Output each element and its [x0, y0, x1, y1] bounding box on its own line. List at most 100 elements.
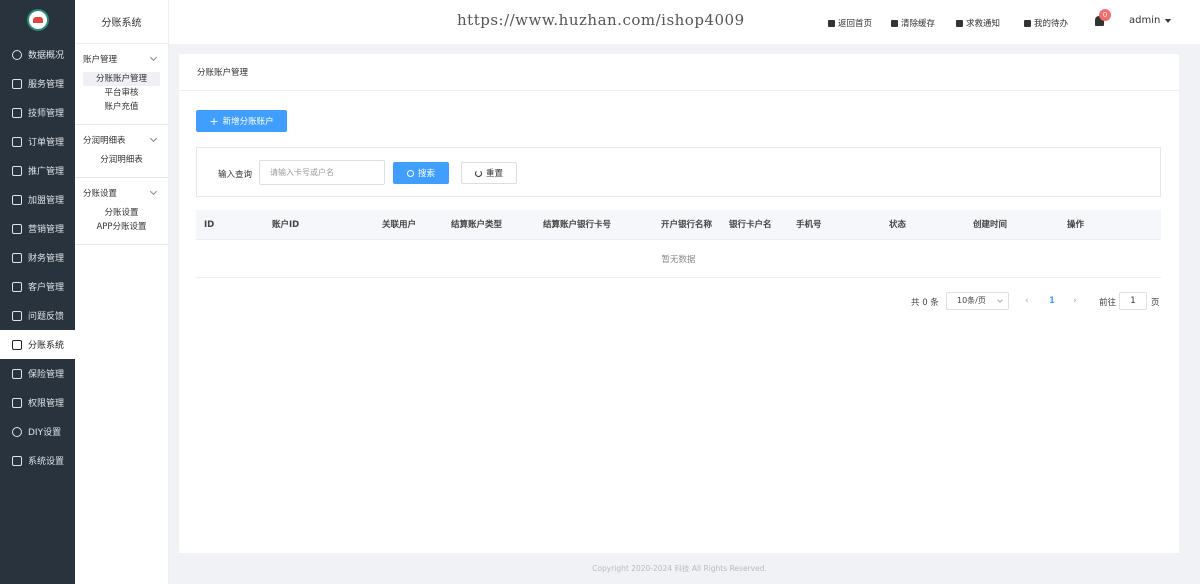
subnav-group-header[interactable]: 分账设置	[75, 186, 168, 200]
chevron-down-icon	[149, 187, 158, 196]
nav-item-label: 保险管理	[28, 370, 65, 380]
subnav-item[interactable]: 分账账户管理	[83, 72, 160, 86]
nav-item-2[interactable]: 技师管理	[0, 98, 75, 127]
subnav-group-header[interactable]: 分润明细表	[75, 133, 168, 147]
order-icon	[12, 136, 22, 147]
subnav-title: 分账系统	[75, 0, 168, 44]
subnav-group: 账户管理分账账户管理 平台审核 账户充值	[75, 44, 168, 125]
chevron-down-icon	[149, 53, 158, 62]
goto-page-input[interactable]: 1	[1119, 292, 1147, 310]
subnav-group: 分润明细表 分润明细表	[75, 125, 168, 178]
subnav-item[interactable]: 分润明细表	[83, 153, 160, 167]
nav-item-label: 数据概况	[28, 51, 65, 61]
col-card-number: 结算账户银行卡号	[543, 220, 612, 230]
goto-unit: 页	[1151, 298, 1160, 308]
col-created-at: 创建时间	[973, 220, 1008, 230]
subnav-item[interactable]: APP分账设置	[83, 220, 160, 234]
page-title: 分账账户管理	[179, 54, 1179, 91]
clear-cache-link[interactable]: 清除缓存	[891, 17, 935, 29]
subnav-group-header[interactable]: 账户管理	[75, 52, 168, 66]
todo-link[interactable]: 我的待办	[1024, 17, 1068, 29]
nav-item-5[interactable]: 加盟管理	[0, 185, 75, 214]
nav-item-label: 权限管理	[28, 399, 65, 409]
reset-button[interactable]: 重置	[461, 162, 517, 184]
subnav-item[interactable]: 账户充值	[83, 100, 160, 114]
logo[interactable]	[26, 9, 49, 31]
nav-item-0[interactable]: 数据概况	[0, 40, 75, 69]
subnav-group-label: 账户管理	[83, 55, 118, 65]
feedback-icon	[12, 310, 22, 321]
page-scrollbar[interactable]	[1190, 44, 1200, 584]
table-header: ID 账户ID 关联用户 结算账户类型 结算账户银行卡号 开户银行名称 银行卡户…	[196, 210, 1161, 240]
nav-item-label: 订单管理	[28, 138, 65, 148]
nav-item-label: 服务管理	[28, 80, 65, 90]
prev-page-icon[interactable]: ‹	[1025, 296, 1029, 306]
marketing-icon	[12, 223, 22, 234]
nav-item-10[interactable]: 分账系统	[0, 330, 75, 359]
col-account-id: 账户ID	[272, 220, 300, 230]
service-icon	[12, 78, 22, 89]
nav-item-4[interactable]: 推广管理	[0, 156, 75, 185]
search-label: 输入查询	[218, 170, 253, 180]
subnav-item[interactable]: 平台审核	[83, 86, 160, 100]
shield-icon	[12, 368, 22, 379]
col-actions: 操作	[1067, 220, 1085, 230]
next-page-icon[interactable]: ›	[1073, 296, 1077, 306]
permission-icon	[12, 397, 22, 408]
nav-item-14[interactable]: 系统设置	[0, 446, 75, 475]
nav-item-label: 技师管理	[28, 109, 65, 119]
col-card-holder: 银行卡户名	[729, 220, 772, 230]
subnav-group: 分账设置 分账设置 APP分账设置	[75, 178, 168, 245]
nav-item-7[interactable]: 财务管理	[0, 243, 75, 272]
col-status: 状态	[889, 220, 907, 230]
col-linked-user: 关联用户	[382, 220, 417, 230]
franchise-icon	[12, 194, 22, 205]
home-icon	[828, 19, 835, 27]
nav-item-13[interactable]: DIY设置	[0, 417, 75, 446]
chevron-down-icon	[149, 134, 158, 143]
user-menu[interactable]: admin	[1129, 15, 1172, 26]
clock-icon	[12, 49, 22, 60]
nav-item-1[interactable]: 服务管理	[0, 69, 75, 98]
notification-badge: 0	[1099, 9, 1111, 21]
empty-state: 暂无数据	[196, 240, 1161, 278]
caret-down-icon	[1165, 18, 1172, 23]
nav-item-9[interactable]: 问题反馈	[0, 301, 75, 330]
subnav-group-label: 分账设置	[83, 189, 118, 199]
sos-notice-link[interactable]: 求救通知	[956, 17, 1000, 29]
pagination: 共 0 条 10条/页 ‹ 1 › 前往 1 页	[179, 292, 1161, 312]
nav-item-3[interactable]: 订单管理	[0, 127, 75, 156]
broom-icon	[891, 19, 898, 27]
nav-item-label: 分账系统	[28, 341, 65, 351]
split-account-icon	[12, 339, 22, 350]
col-settle-type: 结算账户类型	[451, 220, 503, 230]
nav-item-label: 加盟管理	[28, 196, 65, 206]
subnav-item[interactable]: 分账设置	[83, 206, 160, 220]
nav-item-label: 推广管理	[28, 167, 65, 177]
finance-icon	[12, 252, 22, 263]
nav-item-8[interactable]: 客户管理	[0, 272, 75, 301]
technician-icon	[12, 107, 22, 118]
col-bank-name: 开户银行名称	[661, 220, 713, 230]
refresh-icon	[474, 169, 482, 177]
nav-item-label: DIY设置	[28, 428, 62, 438]
search-input[interactable]: 请输入卡号或户名	[259, 160, 385, 185]
accounts-table: ID 账户ID 关联用户 结算账户类型 结算账户银行卡号 开户银行名称 银行卡户…	[196, 210, 1161, 278]
goto-label: 前往	[1099, 298, 1117, 308]
nav-item-label: 系统设置	[28, 457, 65, 467]
home-link[interactable]: 返回首页	[828, 17, 872, 29]
footer-copyright: Copyright 2020-2024 科技 All Rights Reserv…	[592, 564, 767, 573]
add-account-button[interactable]: + 新增分账账户	[196, 110, 287, 132]
nav-item-12[interactable]: 权限管理	[0, 388, 75, 417]
page-size-select[interactable]: 10条/页	[946, 292, 1009, 310]
nav-item-label: 问题反馈	[28, 312, 65, 322]
nav-item-11[interactable]: 保险管理	[0, 359, 75, 388]
page-number[interactable]: 1	[1049, 296, 1055, 306]
nav-item-label: 客户管理	[28, 283, 65, 293]
alarm-icon	[956, 19, 963, 27]
nav-item-6[interactable]: 营销管理	[0, 214, 75, 243]
col-id: ID	[204, 220, 215, 230]
subnav-group-label: 分润明细表	[83, 136, 126, 146]
search-button[interactable]: 搜索	[393, 162, 449, 184]
pagination-total: 共 0 条	[911, 298, 939, 308]
